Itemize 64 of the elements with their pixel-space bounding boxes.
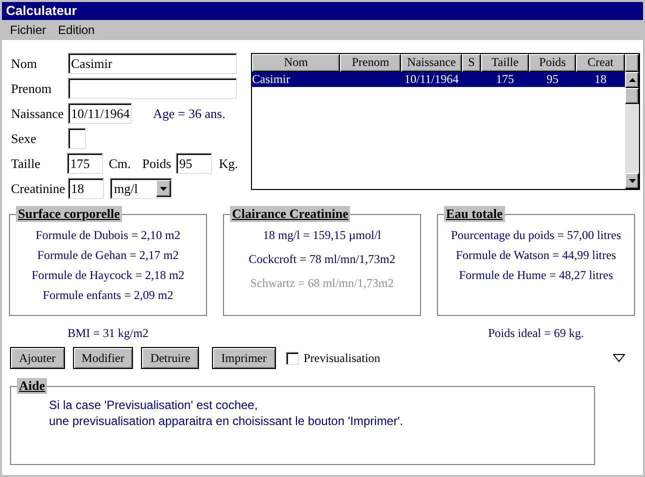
- result-text: Formule de Dubois = 2,10 m2: [36, 228, 180, 243]
- result-text: Formule de Hume = 48,27 litres: [458, 268, 614, 283]
- result-text: Pourcentage du poids = 57,00 litres: [450, 228, 622, 243]
- result-text: Formule de Gehan = 2,17 m2: [37, 248, 179, 263]
- column-header[interactable]: Creat: [576, 54, 625, 72]
- result-text: 18 mg/l = 159,15 µmol/l: [262, 228, 382, 243]
- result-text: Formule enfants = 2,09 m2: [42, 288, 174, 303]
- column-header[interactable]: Prenom: [340, 54, 401, 72]
- result-text: Poids ideal = 69 kg.: [488, 325, 584, 342]
- field-label: Prenom: [11, 80, 52, 98]
- action-button[interactable]: Detruire: [141, 347, 200, 369]
- group-title: Aide: [17, 378, 47, 394]
- column-header[interactable]: Taille: [481, 54, 529, 72]
- result-text: BMI = 31 kg/m2: [67, 325, 149, 342]
- scroll-up-button[interactable]: [625, 72, 639, 88]
- result-text: Schwartz = 68 ml/mn/1,73m2: [250, 276, 394, 291]
- scroll-down-button[interactable]: [625, 173, 639, 189]
- nom-field[interactable]: Casimir: [68, 53, 237, 74]
- help-text: une previsualisation apparaitra en choisissant le bouton 'Imprimer'.: [49, 413, 404, 429]
- help-text: Si la case 'Previsualisation' est cochee,: [49, 397, 259, 413]
- taille-field[interactable]: 175: [67, 153, 103, 174]
- down-arrow-icon: [628, 179, 636, 183]
- menu-item[interactable]: Edition: [58, 21, 95, 39]
- field-label: Creatinine: [11, 180, 66, 198]
- up-arrow-icon: [628, 78, 636, 82]
- naissance-field[interactable]: 10/11/1964: [68, 103, 132, 124]
- table-cell: 10/11/1964: [404, 72, 459, 86]
- column-header[interactable]: Nom: [252, 54, 340, 72]
- column-header[interactable]: Naissance: [401, 54, 462, 72]
- action-button[interactable]: Imprimer: [212, 347, 276, 369]
- column-header[interactable]: Poids: [529, 54, 576, 72]
- poids-field[interactable]: 95: [176, 153, 212, 174]
- field-label: Kg.: [218, 154, 238, 173]
- field-label: Taille: [11, 154, 42, 173]
- table-cell: 175: [496, 72, 514, 86]
- scroll-thumb[interactable]: [625, 88, 639, 104]
- table-cell: 18: [594, 72, 606, 86]
- down-triangle-icon[interactable]: [613, 354, 625, 362]
- field-label: Poids: [142, 154, 170, 173]
- prenom-field[interactable]: [68, 78, 237, 99]
- column-header[interactable]: S: [462, 54, 481, 72]
- action-button[interactable]: Ajouter: [10, 347, 65, 369]
- table-cell: 95: [546, 72, 558, 86]
- creatinine-field[interactable]: 18: [68, 178, 104, 199]
- group-title: Eau totale: [444, 206, 505, 222]
- preview-checkbox[interactable]: [286, 352, 299, 364]
- result-text: Formule de Haycock = 2,18 m2: [32, 268, 184, 283]
- table-row[interactable]: Casimir 10/11/1964 175 95 18: [252, 72, 625, 87]
- age-text: Age = 36 ans.: [153, 104, 226, 123]
- window-title: Calculateur: [2, 2, 643, 20]
- result-text: Cockcroft = 78 ml/mn/1,73m2: [248, 252, 396, 267]
- menu-item[interactable]: Fichier: [10, 21, 46, 39]
- action-button[interactable]: Modifier: [72, 347, 134, 369]
- table-cell: Casimir: [252, 72, 290, 86]
- group-title: Clairance Creatinine: [230, 206, 350, 222]
- sexe-field[interactable]: [68, 128, 86, 149]
- result-text: Formule de Watson = 44,99 litres: [456, 248, 616, 263]
- field-label: Nom: [11, 54, 38, 73]
- field-label: Naissance: [11, 104, 65, 123]
- group-title: Surface corporelle: [16, 206, 122, 222]
- unit-dropdown[interactable]: mg/l: [110, 178, 172, 199]
- field-label: Sexe: [11, 130, 38, 148]
- field-label: Cm.: [108, 154, 132, 173]
- checkbox-label: Previsualisation: [304, 350, 380, 367]
